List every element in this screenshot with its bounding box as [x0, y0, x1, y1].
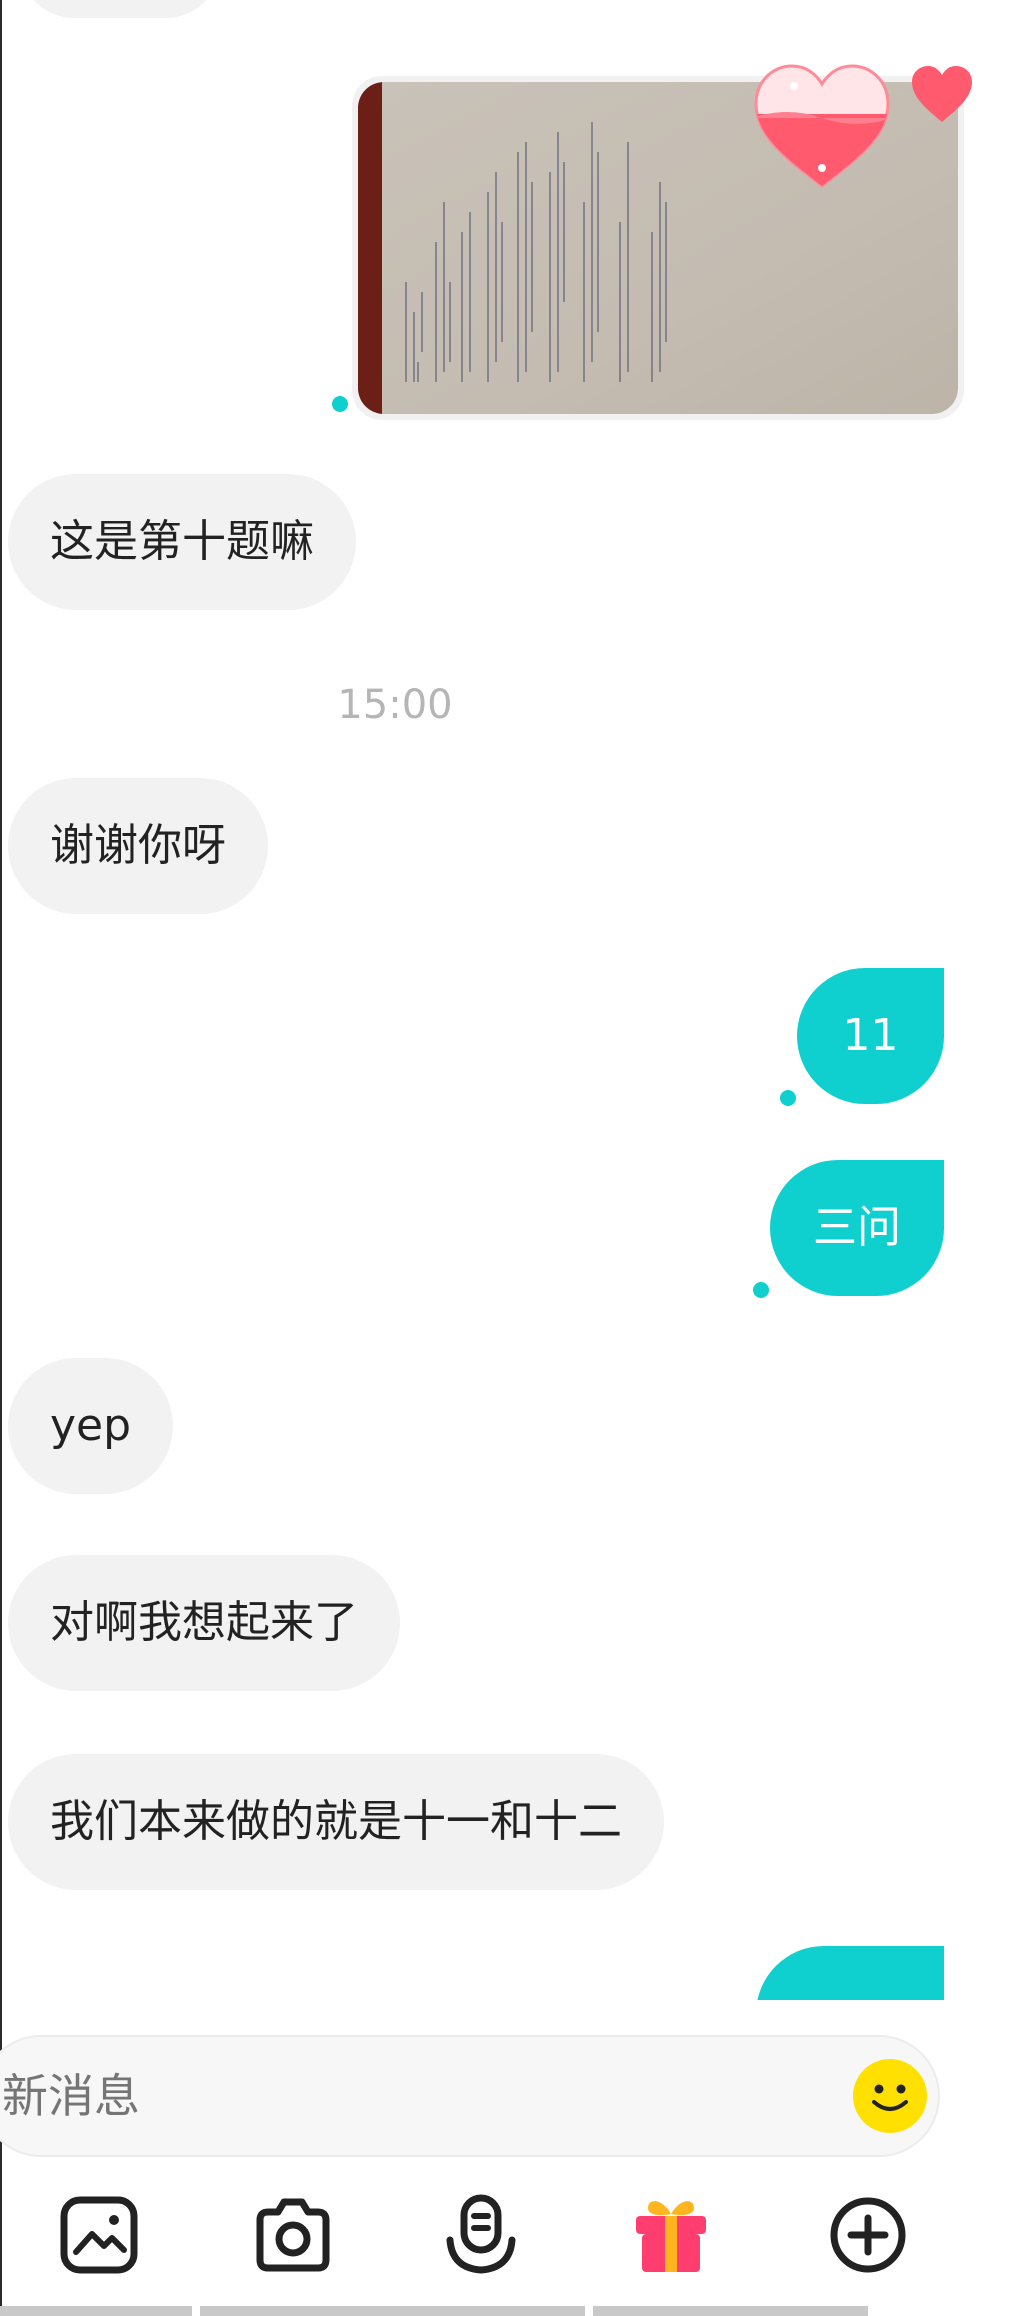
camera-icon[interactable] [248, 2190, 338, 2280]
emoji-icon[interactable] [852, 2058, 928, 2134]
incoming-message[interactable]: 谢谢你呀 [8, 778, 268, 914]
incoming-message[interactable]: 这是第十题嘛 [8, 474, 356, 610]
incoming-message[interactable]: 我们本来做的就是十一和十二 [8, 1754, 664, 1890]
outgoing-message[interactable]: 三问 [770, 1160, 944, 1296]
image-icon[interactable] [54, 2190, 144, 2280]
incoming-message[interactable]: 对啊我想起来了 [8, 1555, 400, 1691]
bottom-bar-segment [0, 2306, 192, 2316]
bottom-bar-segment [593, 2306, 868, 2316]
heart-icon[interactable] [910, 64, 974, 124]
partial-outgoing-message[interactable] [756, 1946, 944, 2000]
sent-status-dot [753, 1282, 769, 1298]
bottom-bar-segment [200, 2306, 585, 2316]
input-toolbar [0, 2190, 1009, 2290]
cut-off-incoming-bubble [20, 0, 220, 18]
incoming-message[interactable]: yep [8, 1358, 174, 1494]
chat-screen: 这是第十题嘛 15:00 谢谢你呀 11 三问 yep 对啊我想起来了 我们本来… [0, 0, 1009, 2316]
message-composer [0, 2035, 940, 2157]
message-input[interactable] [2, 2037, 802, 2155]
heart-icon[interactable] [752, 62, 892, 192]
outgoing-message[interactable]: 11 [797, 968, 944, 1104]
sent-status-dot [780, 1090, 796, 1106]
gift-icon[interactable] [626, 2190, 716, 2280]
timestamp: 15:00 [337, 682, 453, 728]
message-list[interactable]: 这是第十题嘛 15:00 谢谢你呀 11 三问 yep 对啊我想起来了 我们本来… [0, 0, 1009, 2000]
voice-icon[interactable] [436, 2190, 526, 2280]
plus-icon[interactable] [823, 2190, 913, 2280]
sent-status-dot [332, 396, 348, 412]
